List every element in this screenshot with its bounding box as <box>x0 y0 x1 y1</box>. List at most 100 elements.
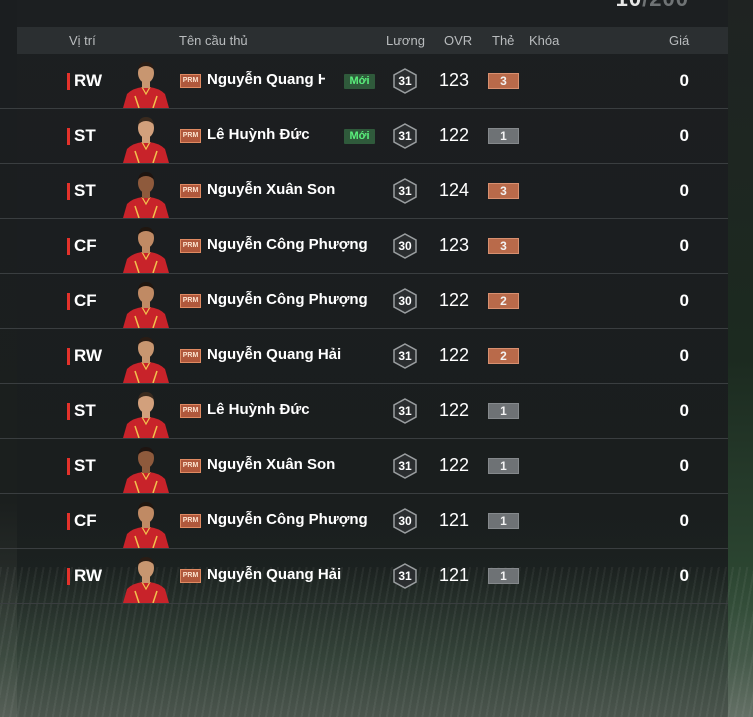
table-row[interactable]: ST PRM Lê Huỳnh Đức 31 122 1 0 <box>0 384 728 439</box>
season-badge-prm: PRM <box>180 184 201 198</box>
salary-value: 31 <box>398 404 412 418</box>
season-badge-prm: PRM <box>180 349 201 363</box>
season-badge-prm: PRM <box>180 294 201 308</box>
season-badge-prm: PRM <box>180 129 201 143</box>
player-price: 0 <box>679 236 689 255</box>
card-level-badge: 1 <box>488 513 519 529</box>
position-marker <box>67 293 70 310</box>
card-level-badge: 3 <box>488 238 519 254</box>
player-name: Nguyễn Công Phượng <box>207 236 367 253</box>
salary-badge: 31 <box>392 398 418 424</box>
player-ovr: 122 <box>439 345 470 365</box>
player-avatar <box>121 500 171 548</box>
player-ovr: 121 <box>439 565 470 585</box>
player-price: 0 <box>679 511 689 530</box>
player-ovr: 124 <box>439 180 470 200</box>
season-badge-prm: PRM <box>180 459 201 473</box>
table-row[interactable]: CF PRM Nguyễn Công Phượng 30 122 2 0 <box>0 274 728 329</box>
position-marker <box>67 513 70 530</box>
position-marker <box>67 238 70 255</box>
season-badge-prm: PRM <box>180 74 201 88</box>
player-ovr: 122 <box>439 400 470 420</box>
player-name: Nguyễn Quang Hải <box>207 566 342 583</box>
player-name: Nguyễn Công Phượng <box>207 291 367 308</box>
player-avatar <box>121 555 171 603</box>
card-level-badge: 2 <box>488 293 519 309</box>
salary-value: 30 <box>398 239 412 253</box>
player-position: ST <box>74 126 96 145</box>
salary-badge: 31 <box>392 123 418 149</box>
player-avatar <box>121 115 171 163</box>
player-ovr: 121 <box>439 510 470 530</box>
table-row[interactable]: CF PRM Nguyễn Công Phượng 30 123 3 0 <box>0 219 728 274</box>
table-row[interactable]: RW PRM Nguyễn Quang Hải 31 122 2 0 <box>0 329 728 384</box>
table-row[interactable]: ST PRM Nguyễn Xuân Son 31 124 3 0 <box>0 164 728 219</box>
player-price: 0 <box>679 346 689 365</box>
table-row[interactable]: ST PRM Lê Huỳnh Đức Mới 31 122 1 0 <box>0 109 728 164</box>
player-avatar <box>121 335 171 383</box>
player-ovr: 122 <box>439 455 470 475</box>
player-price: 0 <box>679 401 689 420</box>
salary-value: 31 <box>398 74 412 88</box>
player-price: 0 <box>679 181 689 200</box>
player-ovr: 122 <box>439 290 470 310</box>
player-table-body: RWPRMNguyễn Quang HảiMới3112330STPRMLê H… <box>0 54 728 604</box>
column-header-salary[interactable]: Lương <box>386 33 425 48</box>
player-avatar <box>121 60 171 108</box>
table-row[interactable]: RW PRM Nguyễn Quang Hải Mới 31 123 3 0 <box>0 54 728 109</box>
player-position: RW <box>74 71 103 90</box>
table-header: Vị trí Tên cầu thủ Lương OVR Thẻ Khóa Gi… <box>17 27 728 54</box>
table-row[interactable]: ST PRM Nguyễn Xuân Son 31 122 1 0 <box>0 439 728 494</box>
card-level-badge: 3 <box>488 183 519 199</box>
player-avatar <box>121 170 171 218</box>
table-row[interactable]: CF PRM Nguyễn Công Phượng 30 121 1 0 <box>0 494 728 549</box>
position-marker <box>67 348 70 365</box>
player-position: RW <box>74 346 103 365</box>
salary-badge: 31 <box>392 178 418 204</box>
new-badge: Mới <box>344 74 375 89</box>
salary-value: 31 <box>398 184 412 198</box>
player-name: Nguyễn Công Phượng <box>207 511 367 528</box>
player-name: Nguyễn Quang Hải <box>207 71 325 88</box>
squad-count-current: 10 <box>616 0 642 11</box>
card-level-badge: 2 <box>488 348 519 364</box>
position-marker <box>67 403 70 420</box>
player-position: ST <box>74 456 96 475</box>
player-position: CF <box>74 291 97 310</box>
player-ovr: 123 <box>439 235 470 255</box>
column-header-lock[interactable]: Khóa <box>529 33 559 48</box>
salary-badge: 31 <box>392 563 418 589</box>
salary-badge: 31 <box>392 68 418 94</box>
column-header-price[interactable]: Giá <box>669 33 689 48</box>
salary-value: 31 <box>398 569 412 583</box>
salary-badge: 30 <box>392 288 418 314</box>
player-name: Lê Huỳnh Đức <box>207 126 310 143</box>
column-header-name[interactable]: Tên cầu thủ <box>179 33 248 48</box>
player-price: 0 <box>679 71 689 90</box>
salary-badge: 31 <box>392 343 418 369</box>
player-avatar <box>121 225 171 273</box>
player-position: CF <box>74 236 97 255</box>
column-header-card[interactable]: Thẻ <box>492 33 514 48</box>
player-price: 0 <box>679 291 689 310</box>
position-marker <box>67 458 70 475</box>
salary-badge: 30 <box>392 233 418 259</box>
season-badge-prm: PRM <box>180 239 201 253</box>
salary-value: 30 <box>398 514 412 528</box>
position-marker <box>67 568 70 585</box>
card-level-badge: 1 <box>488 128 519 144</box>
player-avatar <box>121 445 171 493</box>
column-header-position[interactable]: Vị trí <box>69 33 96 48</box>
player-avatar <box>121 280 171 328</box>
player-position: RW <box>74 566 103 585</box>
player-name: Nguyễn Xuân Son <box>207 456 336 473</box>
column-header-ovr[interactable]: OVR <box>444 33 472 48</box>
player-price: 0 <box>679 456 689 475</box>
salary-badge: 31 <box>392 453 418 479</box>
table-row[interactable]: RW PRM Nguyễn Quang Hải 31 121 1 0 <box>0 549 728 604</box>
salary-value: 30 <box>398 294 412 308</box>
season-badge-prm: PRM <box>180 514 201 528</box>
season-badge-prm: PRM <box>180 404 201 418</box>
card-level-badge: 3 <box>488 73 519 89</box>
player-name: Nguyễn Xuân Son <box>207 181 336 198</box>
